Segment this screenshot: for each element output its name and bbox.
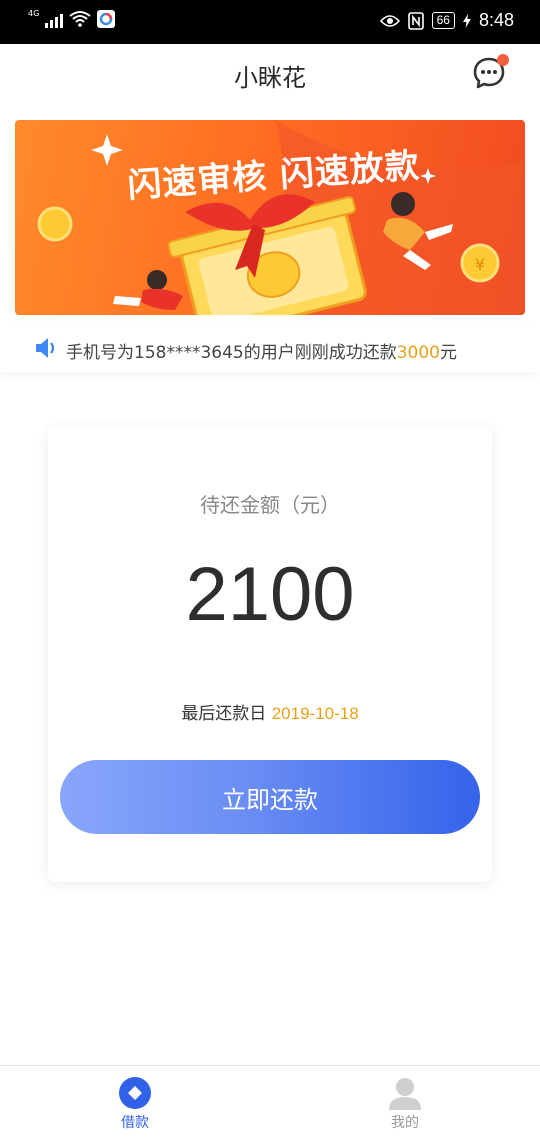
network-type: 4G <box>28 8 40 18</box>
repay-now-button[interactable]: 立即还款 <box>60 760 480 834</box>
person-illustration <box>113 270 183 310</box>
signal-icon <box>45 10 64 28</box>
diamond-circle-icon <box>119 1077 151 1109</box>
status-right: 66 8:48 <box>379 10 514 31</box>
tab-mine[interactable]: 我的 <box>345 1076 465 1132</box>
tab-loan[interactable]: 借款 <box>75 1076 195 1132</box>
promo-banner[interactable]: ¥ 闪速审核 闪速放款 <box>15 120 525 315</box>
clock: 8:48 <box>478 10 514 30</box>
bottom-tab-bar: 借款 我的 <box>0 1065 540 1140</box>
status-bar: 4G 66 8:48 <box>0 0 540 44</box>
amount-due-value: 2100 <box>185 552 355 637</box>
repayment-notice: 手机号为158****3645的用户刚刚成功还款3000元 <box>0 326 540 372</box>
page-title: 小眯花 <box>234 64 306 92</box>
app-header: 小眯花 <box>0 44 540 102</box>
nfc-icon <box>407 11 424 30</box>
due-date-line: 最后还款日 2019-10-18 <box>48 699 492 724</box>
notice-amount: 3000 <box>396 343 440 363</box>
notice-text-prefix: 手机号为158****3645的用户刚刚成功还款 <box>66 343 397 363</box>
speaker-icon <box>36 338 55 358</box>
repayment-card: 待还金额（元） 2100 最后还款日 2019-10-18 立即还款 <box>48 427 492 882</box>
svg-text:¥: ¥ <box>475 255 485 274</box>
battery-level: 66 <box>431 12 455 29</box>
unread-badge <box>497 54 509 66</box>
sparkle-icon <box>91 134 123 166</box>
coin-icon <box>37 206 73 242</box>
amount-due-label: 待还金额（元） <box>200 493 340 517</box>
app-notification-icon <box>97 10 116 28</box>
due-date-label: 最后还款日 <box>181 704 272 724</box>
tab-mine-label: 我的 <box>391 1115 419 1131</box>
notice-text-suffix: 元 <box>439 343 457 363</box>
status-left: 4G <box>28 8 116 28</box>
person-icon <box>389 1078 421 1110</box>
wifi-icon <box>69 11 91 27</box>
charging-icon <box>462 13 471 28</box>
due-date-value: 2019-10-18 <box>271 704 359 723</box>
notice-text: 手机号为158****3645的用户刚刚成功还款3000元 <box>66 338 457 363</box>
eye-icon <box>379 14 400 27</box>
tab-loan-label: 借款 <box>121 1115 149 1131</box>
